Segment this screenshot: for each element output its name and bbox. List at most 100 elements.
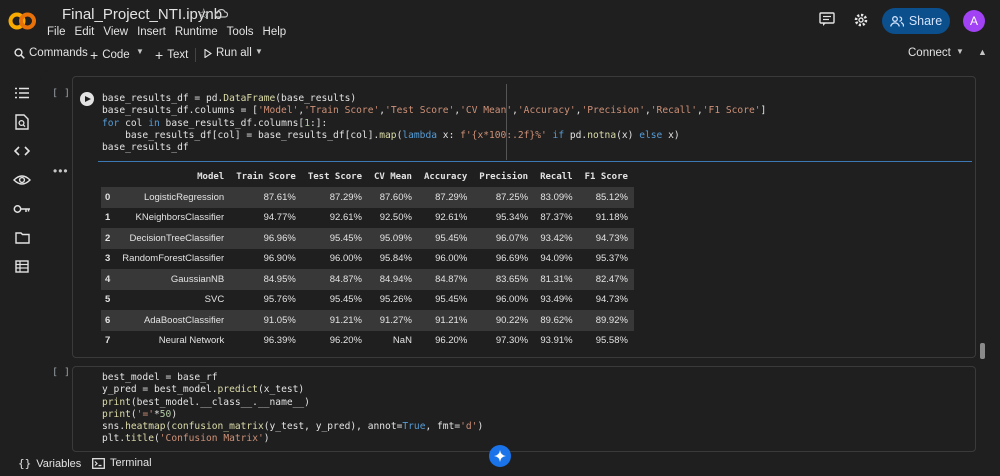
cloud-saved-icon[interactable] xyxy=(214,8,228,18)
table-row: 6 AdaBoostClassifier 91.05% 91.21% 91.27% 91.… xyxy=(101,310,634,331)
table-of-contents-icon[interactable] xyxy=(10,78,34,107)
menu-tools[interactable]: Tools xyxy=(227,26,254,38)
code-dropdown[interactable]: ▼ xyxy=(136,47,144,56)
gear-icon[interactable] xyxy=(853,12,869,28)
output-actions-icon[interactable]: ••• xyxy=(53,164,69,178)
table-cell: 83.09% xyxy=(534,187,579,208)
menu-runtime[interactable]: Runtime xyxy=(175,26,218,38)
table-cell: 91.18% xyxy=(578,207,634,228)
table-cell: 92.50% xyxy=(368,207,418,228)
table-cell: 95.84% xyxy=(368,248,418,269)
add-text-button[interactable]: + Text xyxy=(155,47,188,63)
table-row: 4 GaussianNB 84.95% 84.87% 84.94% 84.87% 83.65… xyxy=(101,269,634,290)
table-cell: 93.49% xyxy=(534,289,579,310)
connect-button[interactable]: Connect xyxy=(908,47,951,59)
table-cell: 87.25% xyxy=(473,187,535,208)
avatar[interactable]: A xyxy=(963,10,985,32)
terminal-icon xyxy=(92,457,105,469)
table-cell: 89.62% xyxy=(534,310,579,331)
share-button[interactable]: Share xyxy=(882,8,950,34)
menu-file[interactable]: File xyxy=(47,26,66,38)
table-cell: 91.05% xyxy=(230,310,302,331)
cell-execution-count: [ ] xyxy=(52,88,71,99)
code-snippets-icon[interactable] xyxy=(10,136,34,165)
code-editor[interactable]: base_results_df = pd.DataFrame(base_resu… xyxy=(102,93,766,154)
menu-edit[interactable]: Edit xyxy=(75,26,95,38)
table-cell: 96.96% xyxy=(230,228,302,249)
caret-down-icon: ▼ xyxy=(956,47,964,56)
table-cell: 95.58% xyxy=(578,330,634,351)
star-icon[interactable]: ☆ xyxy=(197,5,210,23)
gemini-spark-icon[interactable] xyxy=(489,445,511,467)
table-cell: 96.00% xyxy=(301,248,368,269)
menu-insert[interactable]: Insert xyxy=(137,26,166,38)
share-label: Share xyxy=(908,14,943,28)
left-sidebar xyxy=(10,78,34,281)
column-header: F1 Score xyxy=(584,172,628,182)
column-header: Recall xyxy=(540,172,573,182)
column-header: Model xyxy=(197,172,225,182)
chevron-up-icon: ▲ xyxy=(978,47,987,57)
run-all-dropdown[interactable]: ▼ xyxy=(255,47,263,56)
toolbar-collapse[interactable]: ▲ xyxy=(978,47,987,57)
play-icon xyxy=(204,48,212,58)
table-cell: 87.61% xyxy=(230,187,302,208)
table-cell: 87.29% xyxy=(417,187,474,208)
table-cell: 96.07% xyxy=(473,228,535,249)
code-label: Code xyxy=(102,49,130,61)
row-index: 4 xyxy=(101,269,117,290)
variables-inspector-icon[interactable] xyxy=(10,165,34,194)
menu-view[interactable]: View xyxy=(103,26,128,38)
plus-icon: + xyxy=(90,47,99,63)
column-header: Train Score xyxy=(236,172,296,182)
find-replace-icon[interactable] xyxy=(10,107,34,136)
variables-label: Variables xyxy=(36,457,82,470)
table-cell: 84.95% xyxy=(230,269,302,290)
colab-logo[interactable] xyxy=(8,9,36,33)
files-folder-icon[interactable] xyxy=(10,223,34,252)
table-cell: 84.87% xyxy=(417,269,474,290)
table-cell: 96.00% xyxy=(473,289,535,310)
table-cell: 90.22% xyxy=(473,310,535,331)
run-all-button[interactable]: Run all xyxy=(204,47,252,59)
row-index: 1 xyxy=(101,207,117,228)
table-cell: 87.37% xyxy=(534,207,579,228)
add-code-button[interactable]: + Code xyxy=(90,47,130,63)
table-cell: KNeighborsClassifier xyxy=(116,207,231,228)
search-icon xyxy=(14,47,25,59)
table-cell: 95.37% xyxy=(578,248,634,269)
table-cell: 95.45% xyxy=(417,289,474,310)
table-cell: 95.09% xyxy=(368,228,418,249)
variables-button[interactable]: {} Variables xyxy=(18,457,81,470)
table-cell: 96.20% xyxy=(301,330,368,351)
people-icon xyxy=(889,15,904,27)
terminal-button[interactable]: Terminal xyxy=(92,457,152,469)
connect-dropdown[interactable]: ▼ xyxy=(956,47,964,56)
table-row: 3 RandomForestClassifier 96.90% 96.00% 95.84… xyxy=(101,248,634,269)
run-cell-button[interactable] xyxy=(80,92,94,106)
data-table-icon[interactable] xyxy=(10,252,34,281)
secrets-key-icon[interactable] xyxy=(10,194,34,223)
table-body: 0 LogisticRegression 87.61% 87.29% 87.60% 87.… xyxy=(101,187,634,351)
output-scrollbar[interactable] xyxy=(980,343,985,359)
table-cell: 96.90% xyxy=(230,248,302,269)
menu-help[interactable]: Help xyxy=(263,26,287,38)
plus-icon: + xyxy=(155,47,164,63)
connect-label: Connect xyxy=(908,47,951,59)
table-cell: 95.76% xyxy=(230,289,302,310)
header: Final_Project_NTI.ipynb ☆ File Edit View In… xyxy=(0,0,1000,44)
table-cell: 84.87% xyxy=(301,269,368,290)
table-cell: 89.92% xyxy=(578,310,634,331)
column-header xyxy=(101,167,116,187)
row-index: 3 xyxy=(101,248,117,269)
code-editor[interactable]: best_model = base_rf y_pred = best_model… xyxy=(102,372,483,446)
table-cell: 96.69% xyxy=(473,248,535,269)
table-cell: 85.12% xyxy=(578,187,634,208)
comments-icon[interactable] xyxy=(819,12,835,27)
commands-button[interactable]: Commands xyxy=(14,47,88,59)
caret-down-icon: ▼ xyxy=(136,47,144,56)
table-cell: 82.47% xyxy=(578,269,634,290)
table-cell: 96.20% xyxy=(417,330,474,351)
table-cell: 91.27% xyxy=(368,310,418,331)
table-cell: 92.61% xyxy=(417,207,474,228)
